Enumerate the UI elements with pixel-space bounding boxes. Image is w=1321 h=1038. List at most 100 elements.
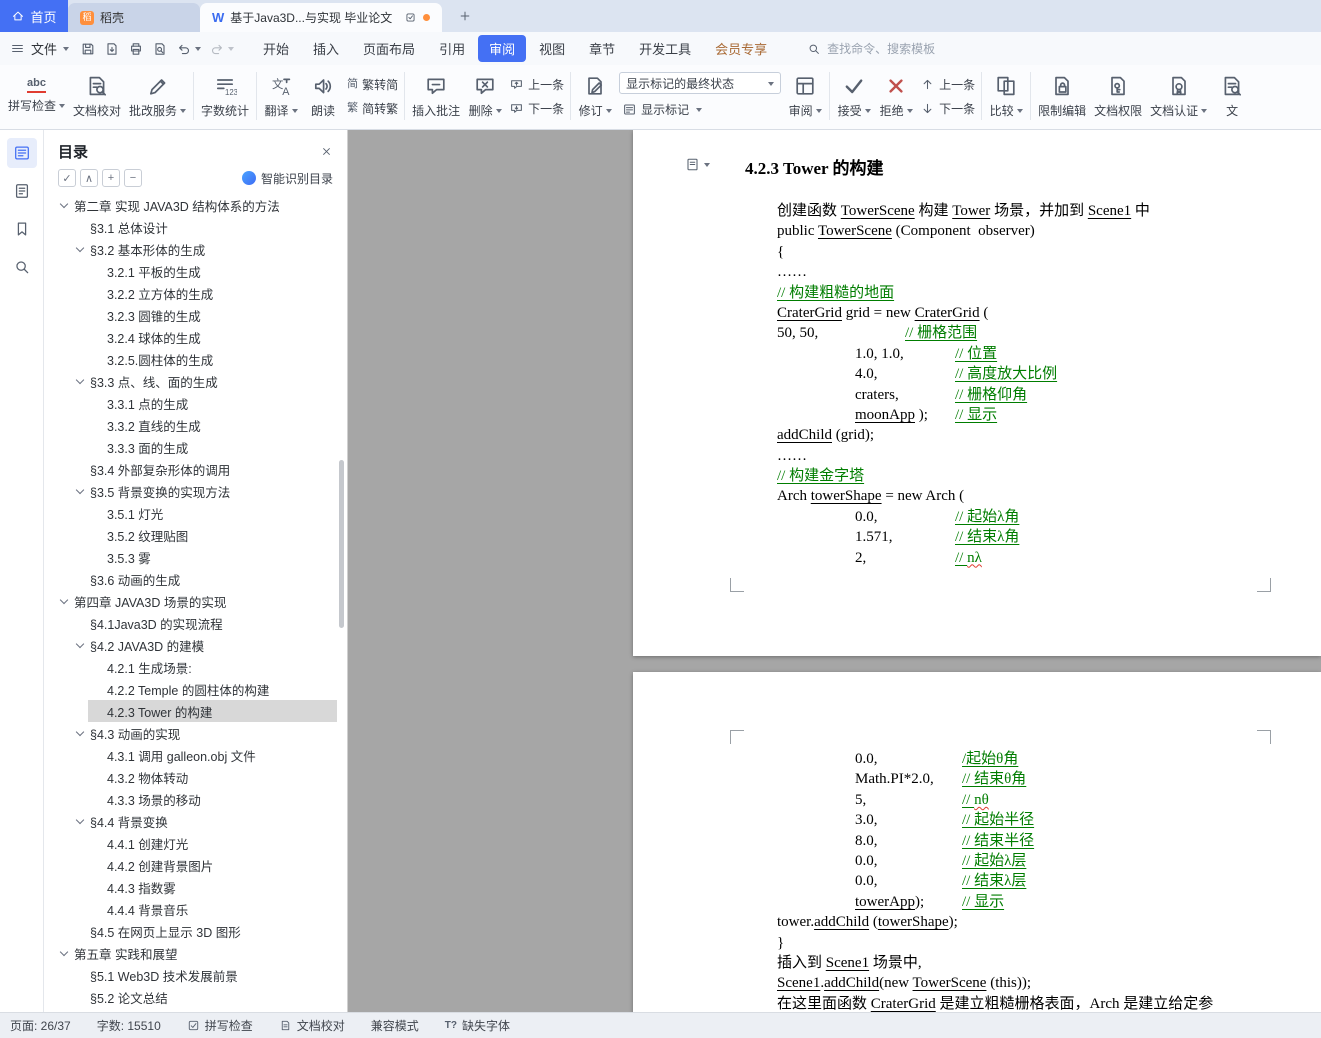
tab-section[interactable]: 章节 bbox=[578, 35, 626, 62]
toc-item[interactable]: §4.4 背景变换 bbox=[44, 810, 337, 832]
review-pane-button[interactable]: 审阅 bbox=[784, 67, 826, 125]
toc-item[interactable]: 4.4.4 背景音乐 bbox=[44, 898, 337, 920]
search-input[interactable] bbox=[827, 41, 968, 56]
toc-item[interactable]: 3.3.1 点的生成 bbox=[44, 392, 337, 414]
tab-start[interactable]: 开始 bbox=[252, 35, 300, 62]
restrict-editing-button[interactable]: 限制编辑 bbox=[1034, 67, 1090, 125]
tab-page-layout[interactable]: 页面布局 bbox=[352, 35, 426, 62]
new-tab-button[interactable] bbox=[452, 3, 478, 29]
print-button[interactable] bbox=[125, 37, 147, 61]
side-toc-button[interactable] bbox=[6, 138, 37, 168]
insert-comment-button[interactable]: 插入批注 bbox=[408, 67, 464, 125]
toc-item[interactable]: 4.3.1 调用 galleon.obj 文件 bbox=[44, 744, 337, 766]
select-headings-button[interactable]: ✓ bbox=[58, 169, 76, 187]
hamburger-icon[interactable] bbox=[10, 41, 25, 56]
proofread-status[interactable]: 文档校对 bbox=[279, 1017, 345, 1034]
prev-comment-button[interactable]: 上一条 bbox=[506, 74, 567, 95]
home-tab[interactable]: 首页 bbox=[0, 0, 68, 32]
chevron-down-icon[interactable] bbox=[75, 727, 85, 737]
toc-item[interactable]: 3.5.3 雾 bbox=[44, 546, 337, 568]
toc-item[interactable]: §5.1 Web3D 技术发展前景 bbox=[44, 964, 337, 986]
side-bookmark-button[interactable] bbox=[7, 214, 37, 244]
word-count-button[interactable]: 123 字数统计 bbox=[197, 67, 253, 125]
grading-service-button[interactable]: 批改服务 bbox=[125, 67, 190, 125]
undo-button[interactable] bbox=[173, 37, 204, 61]
toc-item[interactable]: 3.2.5.圆柱体的生成 bbox=[44, 348, 337, 370]
toc-item[interactable]: 4.4.2 创建背景图片 bbox=[44, 854, 337, 876]
file-menu[interactable]: 文件 bbox=[25, 39, 77, 58]
toc-item[interactable]: 3.5.1 灯光 bbox=[44, 502, 337, 524]
tab-references[interactable]: 引用 bbox=[428, 35, 476, 62]
toc-item[interactable]: 4.2.3 Tower 的构建 bbox=[88, 700, 337, 722]
track-changes-button[interactable]: 修订 bbox=[574, 67, 616, 125]
prev-change-button[interactable]: 上一条 bbox=[917, 74, 978, 95]
redo-button[interactable] bbox=[206, 37, 237, 61]
close-icon[interactable] bbox=[320, 145, 333, 158]
toc-item[interactable]: 第五章 实践和展望 bbox=[44, 942, 337, 964]
document-page-2[interactable]: 0.0, /起始θ角 Math.PI*2.0, // 结束θ角 5, // nθ 3.0, /… bbox=[633, 672, 1321, 1012]
tab-dev-tools[interactable]: 开发工具 bbox=[628, 35, 702, 62]
chevron-down-icon[interactable] bbox=[75, 375, 85, 385]
collapse-panel-button[interactable]: ∧ bbox=[80, 169, 98, 187]
save-button[interactable] bbox=[77, 37, 99, 61]
toc-item[interactable]: 3.5.2 纹理贴图 bbox=[44, 524, 337, 546]
toc-item[interactable]: 第二章 实现 JAVA3D 结构体系的方法 bbox=[44, 194, 337, 216]
toc-item[interactable]: 4.4.1 创建灯光 bbox=[44, 832, 337, 854]
document-area[interactable]: 4.2.3 Tower 的构建 创建函数 TowerScene 构建 Tower… bbox=[348, 130, 1321, 1012]
toc-scrollbar[interactable] bbox=[339, 460, 344, 628]
document-tab[interactable]: W 基于Java3D...与实现 毕业论文 bbox=[200, 3, 442, 32]
compat-mode-status[interactable]: 兼容模式 bbox=[371, 1017, 419, 1034]
translate-button[interactable]: 文 A 翻译 bbox=[260, 67, 302, 125]
toc-item[interactable]: §5.2 论文总结 bbox=[44, 986, 337, 1008]
toc-item[interactable]: 4.2.1 生成场景: bbox=[44, 656, 337, 678]
toc-item[interactable]: §3.2 基本形体的生成 bbox=[44, 238, 337, 260]
toc-item[interactable]: §3.5 背景变换的实现方法 bbox=[44, 480, 337, 502]
side-audit-button[interactable] bbox=[7, 176, 37, 206]
toc-item[interactable]: §4.5 在网页上显示 3D 图形 bbox=[44, 920, 337, 942]
read-aloud-button[interactable]: 朗读 bbox=[302, 67, 344, 125]
toc-item[interactable]: §3.4 外部复杂形体的调用 bbox=[44, 458, 337, 480]
spell-check-status[interactable]: 拼写检查 bbox=[187, 1017, 253, 1034]
tab-insert[interactable]: 插入 bbox=[302, 35, 350, 62]
export-button[interactable] bbox=[101, 37, 123, 61]
clipped-button[interactable]: 文 bbox=[1211, 67, 1253, 125]
document-page-1[interactable]: 4.2.3 Tower 的构建 创建函数 TowerScene 构建 Tower… bbox=[633, 130, 1321, 656]
chevron-down-icon[interactable] bbox=[75, 639, 85, 649]
word-count-status[interactable]: 字数: 15510 bbox=[97, 1017, 161, 1034]
command-search[interactable] bbox=[807, 41, 968, 56]
toc-item[interactable]: §4.3 动画的实现 bbox=[44, 722, 337, 744]
expand-all-button[interactable]: + bbox=[102, 169, 120, 187]
delete-comment-button[interactable]: 删除 bbox=[464, 67, 506, 125]
toc-item[interactable]: 4.2.2 Temple 的圆柱体的构建 bbox=[44, 678, 337, 700]
compare-button[interactable]: 比较 bbox=[985, 67, 1027, 125]
spell-check-button[interactable]: abc 拼写检查 bbox=[4, 67, 69, 125]
outline-collapse-control[interactable] bbox=[685, 157, 710, 172]
toc-item[interactable]: 第四章 JAVA3D 场景的实现 bbox=[44, 590, 337, 612]
next-comment-button[interactable]: 下一条 bbox=[506, 98, 567, 119]
reject-change-button[interactable]: 拒绝 bbox=[875, 67, 917, 125]
smart-toc-button[interactable]: 智能识别目录 bbox=[241, 170, 333, 187]
side-find-button[interactable] bbox=[7, 252, 37, 282]
toc-item[interactable]: 3.2.2 立方体的生成 bbox=[44, 282, 337, 304]
doc-proofread-button[interactable]: 文档校对 bbox=[69, 67, 125, 125]
toc-item[interactable]: 3.2.3 圆锥的生成 bbox=[44, 304, 337, 326]
toc-item[interactable]: §3.3 点、线、面的生成 bbox=[44, 370, 337, 392]
doc-certify-button[interactable]: 文档认证 bbox=[1146, 67, 1211, 125]
toc-item[interactable]: 4.3.3 场景的移动 bbox=[44, 788, 337, 810]
toc-item[interactable]: 4.4.3 指数雾 bbox=[44, 876, 337, 898]
docer-tab[interactable]: 稻稻壳 bbox=[68, 3, 200, 32]
toc-item[interactable]: 3.3.2 直线的生成 bbox=[44, 414, 337, 436]
doc-permission-button[interactable]: 文档权限 bbox=[1090, 67, 1146, 125]
print-preview-button[interactable] bbox=[149, 37, 171, 61]
accept-change-button[interactable]: 接受 bbox=[833, 67, 875, 125]
next-change-button[interactable]: 下一条 bbox=[917, 98, 978, 119]
tab-member[interactable]: 会员专享 bbox=[704, 35, 778, 62]
toc-item[interactable]: 3.2.4 球体的生成 bbox=[44, 326, 337, 348]
show-markup-button[interactable]: 显示标记 bbox=[619, 99, 781, 120]
toc-item[interactable]: 4.3.2 物体转动 bbox=[44, 766, 337, 788]
display-for-review-select[interactable]: 显示标记的最终状态 bbox=[619, 72, 782, 94]
tab-view[interactable]: 视图 bbox=[528, 35, 576, 62]
toc-item[interactable]: 3.3.3 面的生成 bbox=[44, 436, 337, 458]
toc-item[interactable]: 3.2.1 平板的生成 bbox=[44, 260, 337, 282]
page-indicator[interactable]: 页面: 26/37 bbox=[10, 1017, 71, 1034]
